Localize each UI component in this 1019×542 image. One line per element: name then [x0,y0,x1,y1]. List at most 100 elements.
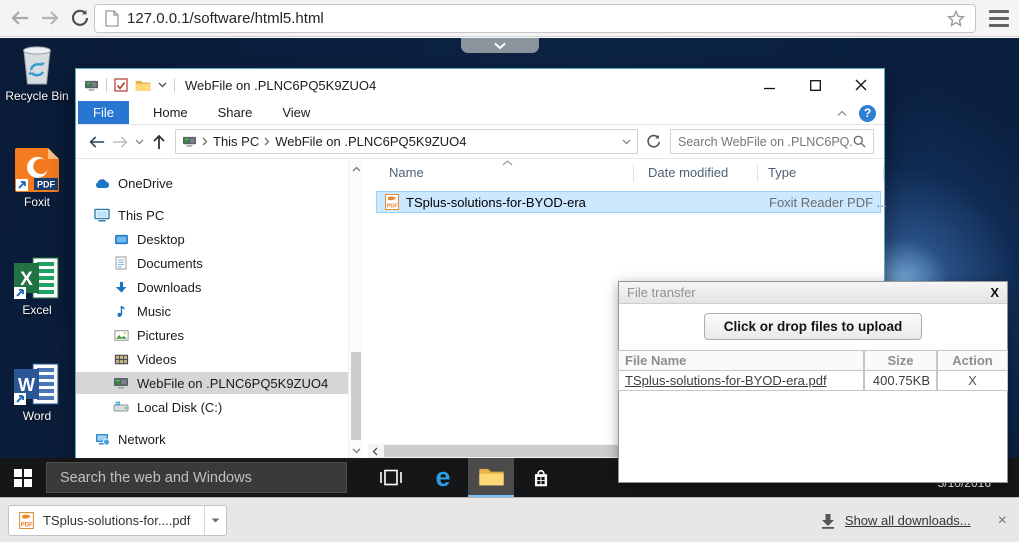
tab-share[interactable]: Share [203,101,268,124]
sidebar-item-downloads[interactable]: Downloads [76,276,348,298]
windows-store-button[interactable] [518,458,564,497]
refresh-icon[interactable] [641,129,665,154]
dialog-title: File transfer [627,285,990,300]
scroll-left-icon[interactable] [368,444,382,458]
sidebar-item-videos[interactable]: Videos [76,348,348,370]
browser-back-icon[interactable] [6,4,34,32]
sidebar-item-music[interactable]: Music [76,300,348,322]
videos-icon [113,352,129,367]
documents-icon [113,256,129,271]
desktop-icon-word[interactable]: W Word [0,360,74,423]
file-row-selected[interactable]: TSplus-solutions-for-BYOD-era Foxit Read… [376,191,881,213]
address-omnibox[interactable]: 127.0.0.1/software/html5.html [94,4,976,33]
col-action: Action [937,351,1008,370]
browser-menu-icon[interactable] [987,8,1011,29]
transfer-file-link[interactable]: TSplus-solutions-for-BYOD-era.pdf [618,371,864,390]
tab-view[interactable]: View [267,101,325,124]
webfile-drive-icon [113,376,129,391]
transfer-delete-action[interactable]: X [937,371,1008,390]
tab-file[interactable]: File [78,101,129,124]
chevron-down-icon [493,42,507,50]
sort-ascending-icon[interactable] [502,160,513,166]
edge-button[interactable]: e [422,458,464,497]
sidebar-item-local-disk[interactable]: Local Disk (C:) [76,396,348,418]
local-disk-icon [113,400,129,415]
sidebar-item-this-pc[interactable]: This PC [76,204,348,226]
desktop-icon-excel[interactable]: X Excel [0,254,74,317]
recycle-bin-icon [0,40,74,86]
foxit-pdf-file-icon [385,194,399,210]
ribbon-tabs: File Home Share View ? [76,101,884,125]
column-type[interactable]: Type [768,165,796,180]
properties-check-icon[interactable] [114,78,128,92]
explorer-search-input[interactable]: Search WebFile on .PLNC6PQ... [670,129,874,154]
download-item-caret-icon[interactable] [205,518,226,523]
scroll-down-icon[interactable] [349,443,363,458]
download-item-label: TSplus-solutions-for....pdf [34,513,204,528]
nav-scrollbar[interactable] [348,160,362,459]
sidebar-item-webfile[interactable]: WebFile on .PLNC6PQ5K9ZUO4 [76,372,348,394]
tab-home[interactable]: Home [138,101,203,124]
sidebar-item-documents[interactable]: Documents [76,252,348,274]
breadcrumb-current[interactable]: WebFile on .PLNC6PQ5K9ZUO4 [275,134,466,149]
taskbar-search-input[interactable]: Search the web and Windows [46,462,347,493]
browser-forward-icon[interactable] [36,4,64,32]
nav-up-icon[interactable] [147,130,171,154]
svg-text:W: W [18,375,35,395]
sidebar-item-network[interactable]: Network [76,428,348,450]
column-date-modified[interactable]: Date modified [648,165,728,180]
nav-forward-icon[interactable] [108,130,132,154]
sidebar-item-pictures[interactable]: Pictures [76,324,348,346]
help-button[interactable]: ? [859,105,876,122]
desktop-icon-foxit[interactable]: PDF Foxit [0,146,74,209]
file-explorer-button[interactable] [468,458,514,497]
url-text[interactable]: 127.0.0.1/software/html5.html [127,10,947,27]
search-icon [853,135,866,148]
address-dropdown-caret-icon[interactable] [622,139,631,145]
maximize-button[interactable] [792,69,838,101]
show-all-downloads-link[interactable]: Show all downloads... [845,513,971,528]
sidebar-item-desktop[interactable]: Desktop [76,228,348,250]
new-folder-icon[interactable] [135,79,151,92]
ribbon-collapse-chevron-icon[interactable] [837,110,847,117]
shelf-close-icon[interactable]: × [998,512,1007,530]
download-item[interactable]: TSplus-solutions-for....pdf [8,505,227,536]
qat-customize-caret-icon[interactable] [158,82,167,88]
session-pulldown-tab[interactable] [461,38,539,53]
sidebar-item-onedrive[interactable]: OneDrive [76,172,348,194]
onedrive-cloud-icon [94,176,110,191]
pictures-icon [113,328,129,343]
scroll-up-icon[interactable] [349,161,363,176]
dialog-close-button[interactable]: X [990,285,999,300]
transfer-table: File Name Size Action TSplus-solutions-f… [618,350,1008,391]
windows-logo-icon [14,469,32,487]
column-name[interactable]: Name [389,165,424,180]
dialog-header[interactable]: File transfer X [619,282,1007,304]
address-row: This PC WebFile on .PLNC6PQ5K9ZUO4 Searc… [76,125,884,159]
screen: 127.0.0.1/software/html5.html [0,0,1019,542]
breadcrumb-chevron-icon [202,137,208,146]
minimize-button[interactable] [746,69,792,101]
music-note-icon [113,304,129,319]
desktop-icon-recycle-bin[interactable]: Recycle Bin [0,40,74,103]
bookmark-star-icon[interactable] [947,10,965,28]
location-icon [182,135,197,148]
close-button[interactable] [838,69,884,101]
history-caret-icon[interactable] [132,130,147,154]
transfer-file-size: 400.75KB [864,371,937,390]
task-view-button[interactable] [370,458,412,497]
svg-text:PDF: PDF [37,180,56,190]
file-name[interactable]: TSplus-solutions-for-BYOD-era [406,195,586,210]
this-pc-icon [94,208,110,223]
quick-access-toolbar [84,78,175,92]
nav-back-icon[interactable] [84,130,108,154]
breadcrumb[interactable]: This PC WebFile on .PLNC6PQ5K9ZUO4 [175,129,638,154]
browser-reload-icon[interactable] [66,4,94,32]
explorer-titlebar[interactable]: WebFile on .PLNC6PQ5K9ZUO4 [76,69,884,101]
desktop-folder-icon [113,232,129,247]
file-type: Foxit Reader PDF ... [769,195,887,210]
breadcrumb-root[interactable]: This PC [213,134,259,149]
nav-scrollbar-thumb[interactable] [351,352,361,440]
upload-button[interactable]: Click or drop files to upload [704,313,923,340]
start-button[interactable] [0,458,46,497]
